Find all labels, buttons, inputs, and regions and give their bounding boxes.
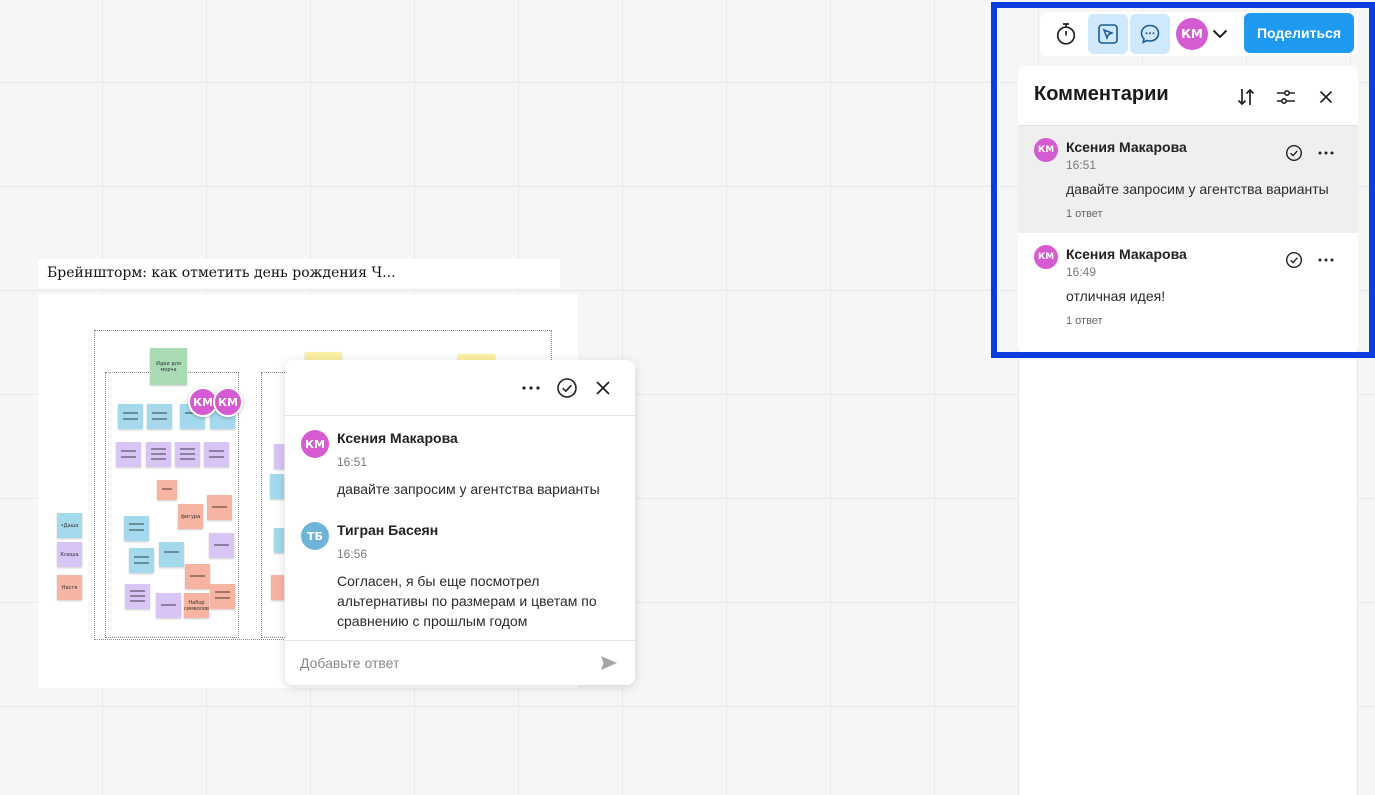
sticky-note[interactable] [147,404,172,429]
avatar-initials: КМ [305,437,325,451]
sticky-note[interactable] [159,542,184,567]
sticky-note[interactable] [118,404,143,429]
sticky-note[interactable] [129,548,154,573]
sticky-note[interactable] [204,442,229,467]
highlight-box [991,2,1375,358]
sticky-note[interactable] [274,444,284,469]
comment-thread-popup: КМ Ксения Макарова 16:51 давайте запроси… [285,360,635,685]
message-text: давайте запросим у агентства варианты [337,481,600,497]
sticky-note[interactable] [124,516,149,541]
sticky-note[interactable] [207,495,232,520]
sticky-note-text: Настя [61,584,78,591]
sticky-note-text: фигура [180,513,201,520]
message-time: 16:56 [337,547,368,561]
avatar: КМ [301,430,329,458]
avatar-initials: ТБ [307,529,323,543]
more-icon[interactable] [517,374,545,402]
avatar: ТБ [301,522,329,550]
sticky-note[interactable] [270,474,284,499]
sticky-note[interactable] [185,564,210,589]
message-author: Ксения Макарова [337,430,458,446]
message-text: Согласен, я бы еще посмотрел альтернатив… [337,573,597,629]
sticky-note[interactable] [125,584,150,609]
sticky-note[interactable] [210,584,235,609]
sticky-note-dasha[interactable]: •Даша [57,513,82,538]
sticky-note-nabor[interactable]: Набор символов [184,593,209,618]
message-author: Тигран Басеян [337,522,439,538]
sticky-note-figures[interactable]: фигура [178,504,203,529]
sticky-note-text: •Даша [60,522,79,529]
frame-title[interactable]: Брейншторм: как отметить день рождения Ч… [38,259,560,288]
reply-input[interactable] [300,653,580,673]
sticky-note[interactable] [156,593,181,618]
sticky-note[interactable] [116,442,141,467]
sticky-note-nastya[interactable]: Настя [57,575,82,600]
sticky-note[interactable] [209,533,234,558]
sticky-note[interactable] [146,442,171,467]
reply-box [285,640,635,685]
send-icon[interactable] [595,649,623,677]
comments-panel-body [1018,350,1358,795]
avatar-initials: КМ [193,395,213,409]
sticky-note[interactable] [274,528,284,553]
sticky-note-text: Набор символов [184,599,209,612]
sticky-note-ideas[interactable]: Идеи для морча [150,348,187,385]
sticky-note[interactable] [271,575,284,600]
thread-header [285,360,635,416]
resolve-check-icon[interactable] [553,374,581,402]
message-time: 16:51 [337,455,368,469]
sticky-note[interactable] [175,442,200,467]
sticky-note[interactable] [157,480,177,500]
sticky-note-ksyusha[interactable]: Ксюша [57,542,82,567]
comment-pin-avatar[interactable]: КМ [213,387,243,417]
sticky-note-text: Ксюша [60,551,79,558]
close-icon[interactable] [589,374,617,402]
avatar-initials: КМ [218,395,238,409]
sticky-note-text: Идеи для морча [156,360,181,373]
